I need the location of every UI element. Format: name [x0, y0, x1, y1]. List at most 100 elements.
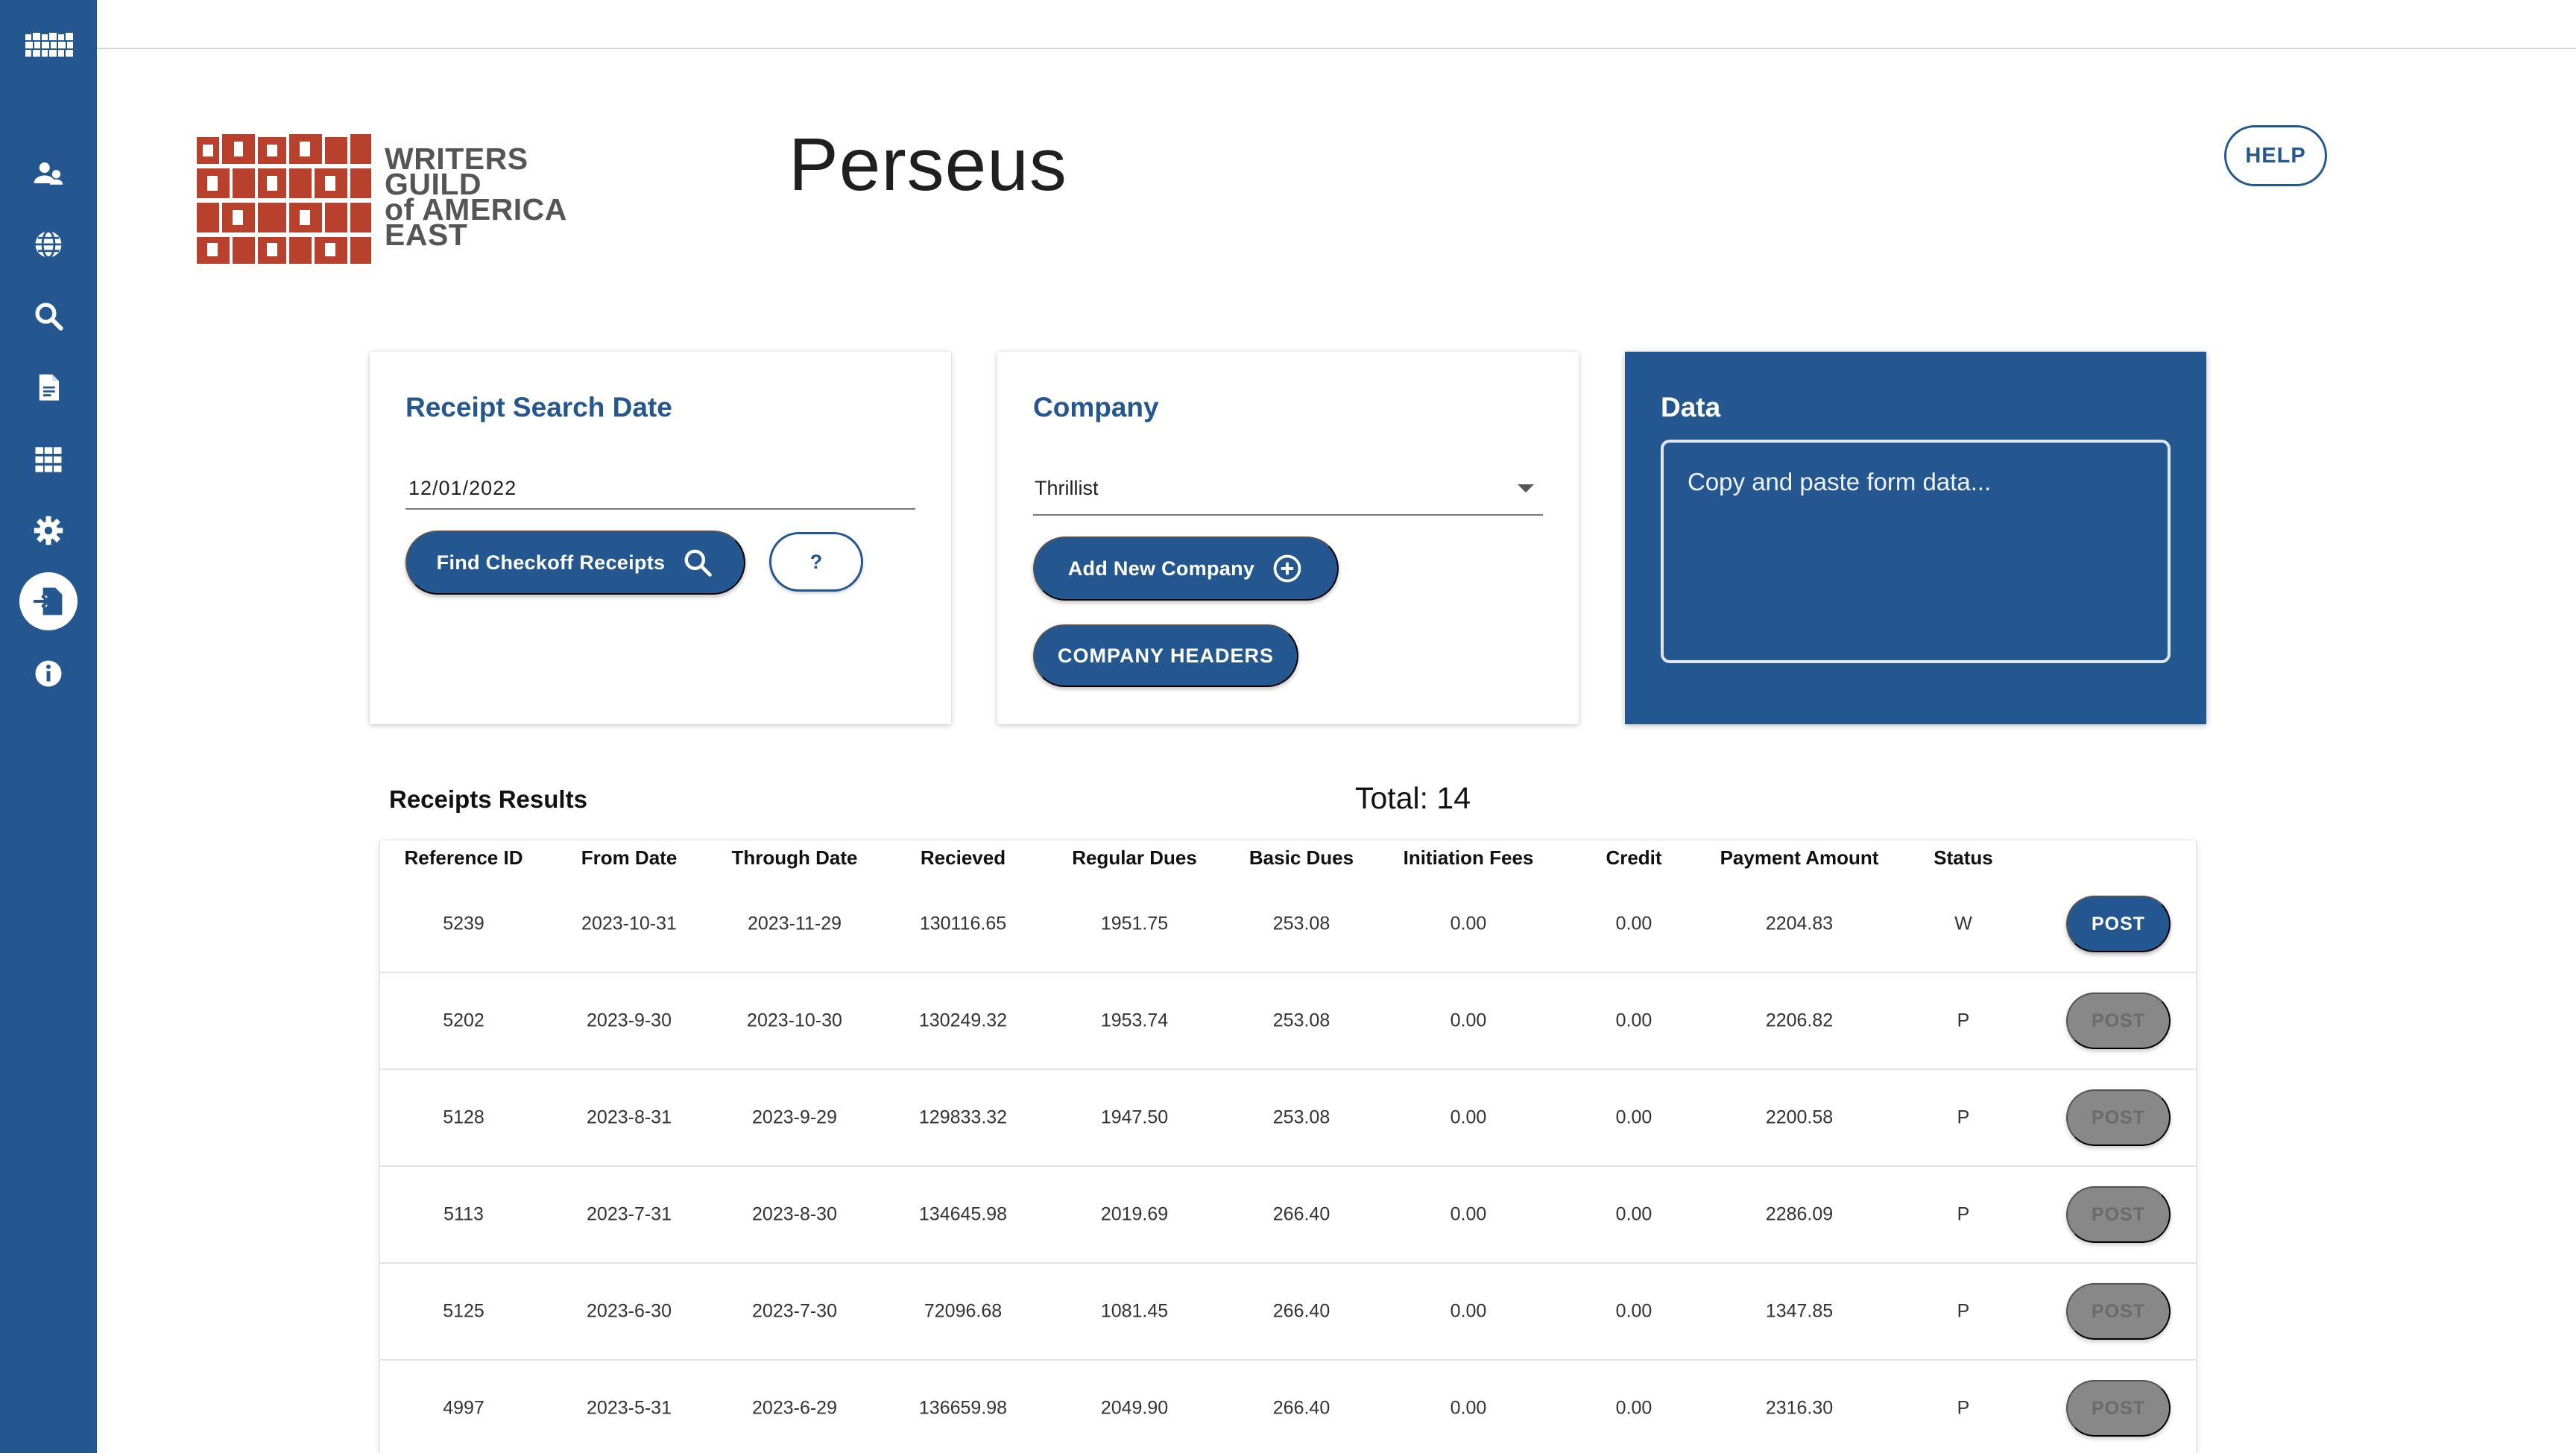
- cell-initiation: 0.00: [1450, 1010, 1487, 1031]
- column-header: Regular Dues: [1072, 846, 1197, 869]
- sidebar-item-import[interactable]: [19, 572, 78, 630]
- column-header: Reference ID: [404, 846, 523, 869]
- cell-credit: 0.00: [1615, 1300, 1652, 1322]
- cell-credit: 0.00: [1615, 1010, 1652, 1031]
- app-logo-icon: [25, 33, 73, 57]
- cell-ref: 5239: [443, 913, 484, 934]
- table-header: Reference ID From Date Through Date Reci…: [380, 841, 2196, 876]
- cell-initiation: 0.00: [1450, 1107, 1487, 1128]
- results-title: Receipts Results: [389, 785, 587, 813]
- cell-ref: 5113: [443, 1203, 484, 1225]
- post-button[interactable]: POST: [2066, 993, 2171, 1049]
- cell-regular: 1953.74: [1100, 1010, 1169, 1031]
- cell-ref: 4997: [443, 1397, 484, 1419]
- sidebar-item-documents[interactable]: [0, 361, 97, 414]
- table-row: 5239 2023-10-31 2023-11-29 130116.65 1951.75…: [380, 876, 2196, 973]
- search-icon: [684, 549, 713, 577]
- cell-payment: 2204.83: [1765, 913, 1834, 934]
- page-title: Perseus: [789, 123, 1067, 206]
- cell-through: 2023-11-29: [747, 913, 842, 934]
- cell-payment: 2206.82: [1765, 1010, 1834, 1031]
- find-checkoff-receipts-button[interactable]: Find Checkoff Receipts: [405, 531, 745, 595]
- cell-through: 2023-7-30: [752, 1300, 837, 1322]
- info-icon: [35, 660, 62, 687]
- wga-east-logo-icon: [197, 134, 371, 264]
- column-header: Initiation Fees: [1403, 846, 1534, 869]
- sidebar-item-globe[interactable]: [0, 218, 97, 270]
- column-header: Status: [1933, 846, 1993, 869]
- cell-received: 130249.32: [918, 1010, 1008, 1031]
- cell-through: 2023-8-30: [752, 1203, 837, 1225]
- chevron-down-icon: [1518, 484, 1534, 493]
- post-button[interactable]: POST: [2066, 896, 2171, 952]
- table-row: 5125 2023-6-30 2023-7-30 72096.68 1081.45 266…: [380, 1264, 2196, 1361]
- cell-basic: 266.40: [1272, 1397, 1330, 1419]
- sidebar-item-settings[interactable]: [0, 504, 97, 557]
- cell-regular: 1081.45: [1100, 1300, 1169, 1322]
- help-button[interactable]: HELP: [2224, 125, 2327, 186]
- cell-from: 2023-10-31: [581, 913, 677, 934]
- receipt-search-card: Receipt Search Date 12/01/2022 Find Chec…: [370, 352, 951, 724]
- column-header: Credit: [1606, 846, 1662, 869]
- cell-received: 134645.98: [918, 1203, 1008, 1225]
- cell-ref: 5128: [443, 1107, 484, 1128]
- table-row: 5202 2023-9-30 2023-10-30 130249.32 1953.74 2…: [380, 973, 2196, 1070]
- cell-through: 2023-6-29: [752, 1397, 837, 1419]
- cell-regular: 2019.69: [1100, 1203, 1169, 1225]
- card-title: Company: [1033, 392, 1159, 422]
- company-card: Company Thrillist Add New Company COMPAN…: [997, 352, 1579, 724]
- cell-credit: 0.00: [1615, 1107, 1652, 1128]
- add-new-company-button[interactable]: Add New Company: [1033, 536, 1339, 601]
- cell-basic: 253.08: [1272, 913, 1330, 934]
- sidebar: [0, 0, 97, 1453]
- cell-credit: 0.00: [1615, 1203, 1652, 1225]
- cell-status: P: [1957, 1397, 1970, 1419]
- cell-from: 2023-5-31: [587, 1397, 672, 1419]
- cell-basic: 266.40: [1272, 1203, 1330, 1225]
- document-icon: [39, 374, 59, 401]
- cell-payment: 2200.58: [1765, 1107, 1834, 1128]
- post-button[interactable]: POST: [2066, 1380, 2171, 1437]
- cell-initiation: 0.00: [1450, 913, 1487, 934]
- sidebar-item-grid[interactable]: [0, 433, 97, 485]
- date-help-button[interactable]: ?: [769, 532, 863, 592]
- cell-initiation: 0.00: [1450, 1203, 1487, 1225]
- column-header: Payment Amount: [1720, 846, 1879, 869]
- cell-from: 2023-8-31: [587, 1107, 672, 1128]
- sidebar-item-info[interactable]: [0, 648, 97, 700]
- post-button[interactable]: POST: [2066, 1283, 2171, 1340]
- company-select[interactable]: Thrillist: [1033, 468, 1543, 516]
- cell-basic: 266.40: [1272, 1300, 1330, 1322]
- post-button[interactable]: POST: [2066, 1186, 2171, 1243]
- table-row: 5128 2023-8-31 2023-9-29 129833.32 1947.50 25…: [380, 1070, 2196, 1167]
- top-divider: [97, 48, 2576, 49]
- cell-status: P: [1957, 1300, 1970, 1322]
- column-header: From Date: [581, 846, 678, 869]
- company-headers-button[interactable]: COMPANY HEADERS: [1033, 624, 1298, 687]
- button-label: Add New Company: [1067, 557, 1255, 580]
- cell-received: 130116.65: [919, 913, 1007, 934]
- cell-regular: 1951.75: [1100, 913, 1169, 934]
- cell-payment: 2286.09: [1765, 1203, 1834, 1225]
- sidebar-item-users[interactable]: [0, 147, 97, 199]
- column-header: Recieved: [920, 846, 1006, 869]
- cell-regular: 1947.50: [1100, 1107, 1169, 1128]
- results-total: Total: 14: [1355, 781, 1471, 815]
- form-data-textarea[interactable]: [1661, 440, 2171, 663]
- cell-ref: 5125: [443, 1300, 484, 1322]
- cell-payment: 2316.30: [1765, 1397, 1834, 1419]
- cell-status: P: [1957, 1010, 1970, 1031]
- cell-from: 2023-7-31: [587, 1203, 672, 1225]
- cell-status: P: [1957, 1203, 1970, 1225]
- cell-initiation: 0.00: [1450, 1300, 1487, 1322]
- add-circle-icon: [1273, 554, 1301, 583]
- date-input[interactable]: 12/01/2022: [405, 471, 915, 510]
- sidebar-item-search[interactable]: [0, 290, 97, 342]
- cell-received: 72096.68: [924, 1300, 1003, 1322]
- column-header: Basic Dues: [1248, 846, 1354, 869]
- gear-icon: [34, 516, 63, 545]
- post-button[interactable]: POST: [2066, 1089, 2171, 1146]
- brand-wordmark: WRITERS GUILD of AMERICA EAST: [385, 142, 567, 252]
- cell-credit: 0.00: [1615, 1397, 1652, 1419]
- cell-status: P: [1957, 1107, 1970, 1128]
